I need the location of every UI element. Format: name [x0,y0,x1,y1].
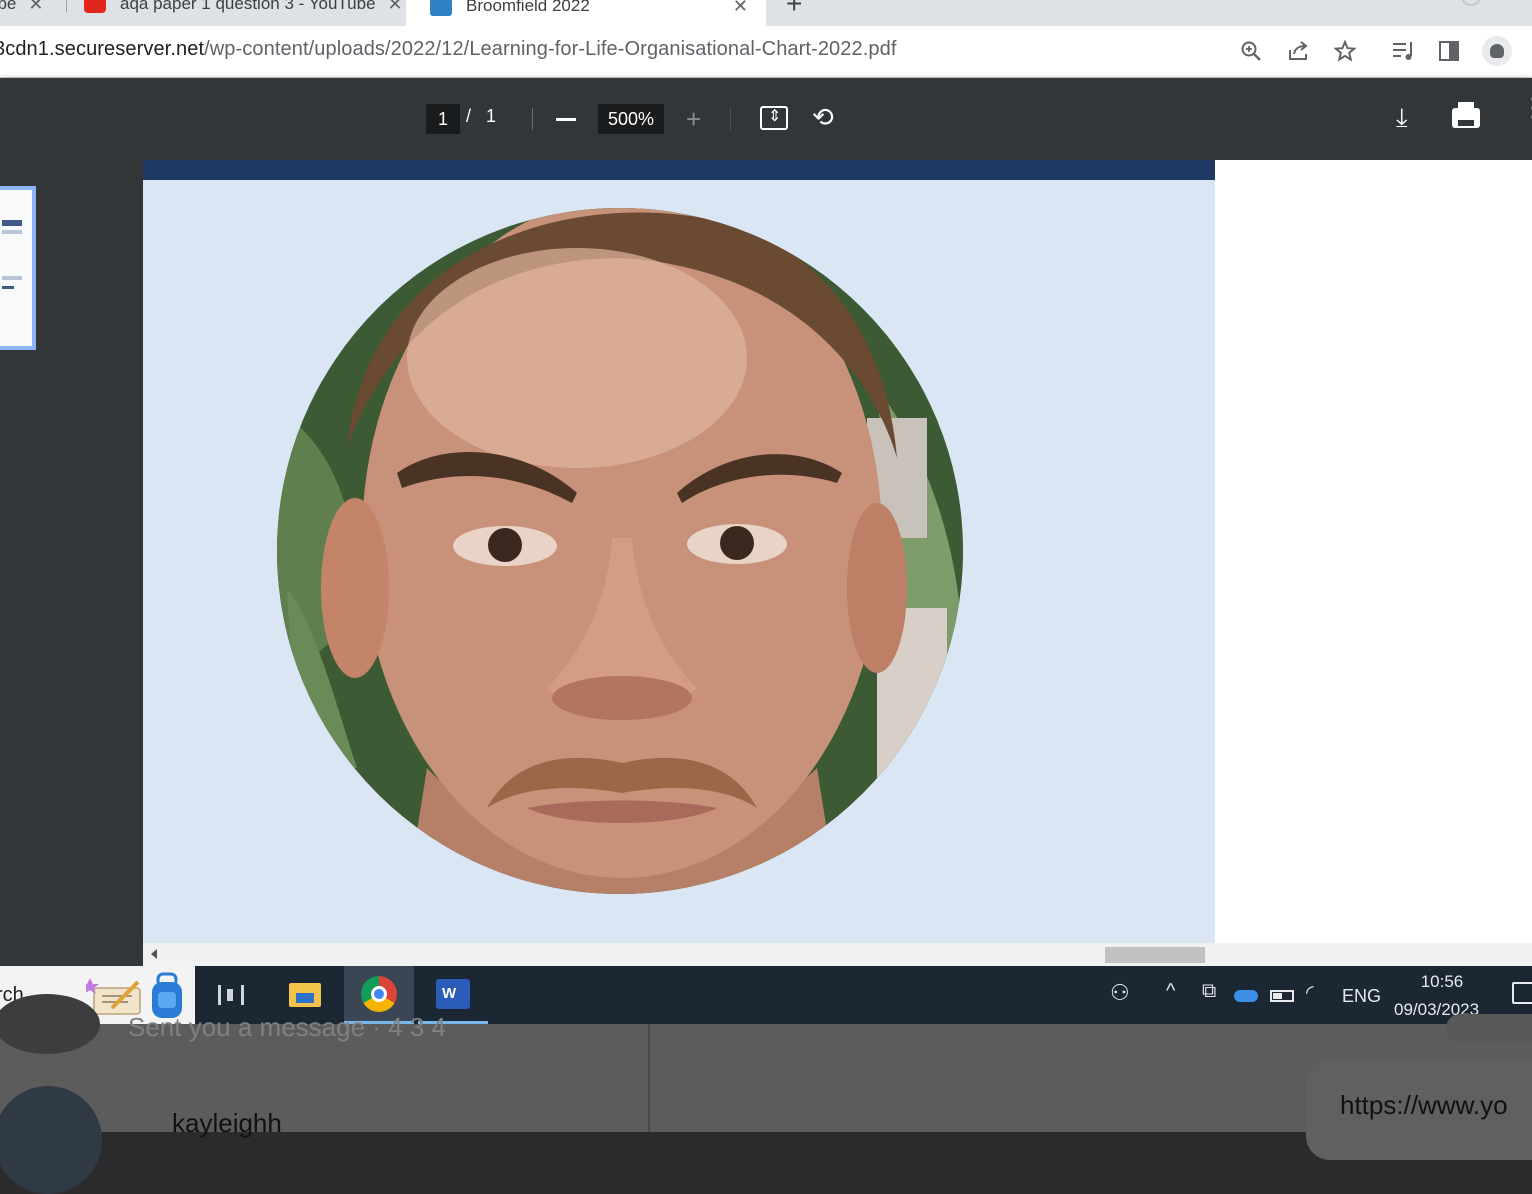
tab-label: aqa paper 1 question 3 - YouTube [120,0,376,13]
battery-icon[interactable] [1270,990,1294,1002]
notification-icon[interactable] [1512,982,1532,1004]
reading-list-icon[interactable] [1388,36,1418,66]
page-margin [1215,160,1532,943]
side-panel-icon[interactable] [1434,36,1464,66]
zoom-level-input[interactable]: 500% [598,104,664,134]
star-icon[interactable] [1330,36,1360,66]
avatar[interactable] [0,1086,102,1194]
contact-name[interactable]: kayleighh [172,1108,282,1139]
pane-divider [648,1024,650,1132]
new-tab-button[interactable]: + [786,0,802,20]
fit-page-icon[interactable] [760,106,788,130]
close-icon[interactable]: ✕ [28,0,43,15]
page-separator: / [466,106,472,126]
pdf-toolbar: 1 / 1 500% + ⟲ ⤓ ⋮ [0,78,1532,160]
profile-photo [277,208,963,894]
page-number-input[interactable]: 1 [426,104,460,134]
tab-strip: ube ✕ aqa paper 1 question 3 - YouTube ✕… [0,0,1532,26]
people-icon[interactable]: ⚇ [1110,980,1130,1006]
url-path: /wp-content/uploads/2022/12/Learning-for… [204,38,897,60]
tab-broomfield[interactable]: Broomfield 2022 ✕ [406,0,766,26]
avatar[interactable] [0,994,100,1054]
rotate-icon[interactable]: ⟲ [812,102,834,133]
face-photo [277,208,963,894]
meet-now-icon[interactable]: ⧉ [1202,980,1216,1003]
task-view-icon [218,985,244,1005]
tab-label: ube [0,0,17,13]
folder-icon [289,983,321,1007]
toolbar-divider [532,108,533,130]
close-icon[interactable]: ✕ [388,0,403,15]
address-toolbar: 3cdn1.secureserver.net/wp-content/upload… [0,26,1532,78]
message-preview: Sent you a message · 4 3 4 [128,1012,446,1042]
tab-youtube[interactable]: ube ✕ [0,0,54,22]
profile-icon[interactable] [1482,36,1512,66]
word-icon: W [436,978,470,1009]
onedrive-cloud-icon[interactable] [1234,990,1258,1002]
url-host: 3cdn1.secureserver.net [0,38,205,60]
scrollbar-thumb[interactable] [1105,947,1205,963]
zoom-out-button[interactable] [556,118,576,121]
close-icon[interactable]: ✕ [733,0,748,17]
print-icon[interactable] [1452,102,1480,128]
page-thumbnail[interactable] [0,186,36,350]
clock-time[interactable]: 10:56 [1410,972,1474,992]
pdf-favicon-icon [430,0,452,16]
pdf-page-view[interactable] [143,160,1532,943]
tab-separator [66,0,67,12]
chrome-icon [361,975,397,1012]
message-bubble [1446,1014,1532,1042]
share-icon[interactable] [1283,36,1313,66]
zoom-icon[interactable] [1236,36,1266,66]
message-link[interactable]: https://www.yo [1340,1090,1508,1121]
more-icon[interactable]: ⋮ [1520,94,1532,120]
horizontal-scrollbar[interactable] [143,943,1532,966]
tab-label: Broomfield 2022 [466,0,590,15]
tab-aqa-paper[interactable]: aqa paper 1 question 3 - YouTube ✕ [84,0,404,22]
input-language[interactable]: ENG [1342,986,1381,1007]
wifi-icon[interactable]: ◜ [1306,980,1314,1005]
page-header-band [143,160,1215,180]
youtube-icon [84,0,106,13]
avatar [1482,36,1512,66]
scroll-left-arrow-icon[interactable] [151,949,157,959]
download-icon[interactable]: ⤓ [1396,102,1408,134]
background-message-app: Sent you a message · 4 3 4 kayleighh htt… [0,994,1532,1194]
thumbnail-sidebar [0,160,143,966]
chevron-up-icon[interactable]: ^ [1166,980,1175,1003]
tab-search-icon[interactable] [1462,0,1480,6]
page-total: 1 [486,106,497,126]
toolbar-divider [730,108,731,130]
address-bar[interactable]: 3cdn1.secureserver.net/wp-content/upload… [0,38,896,61]
zoom-in-button[interactable]: + [686,106,701,132]
